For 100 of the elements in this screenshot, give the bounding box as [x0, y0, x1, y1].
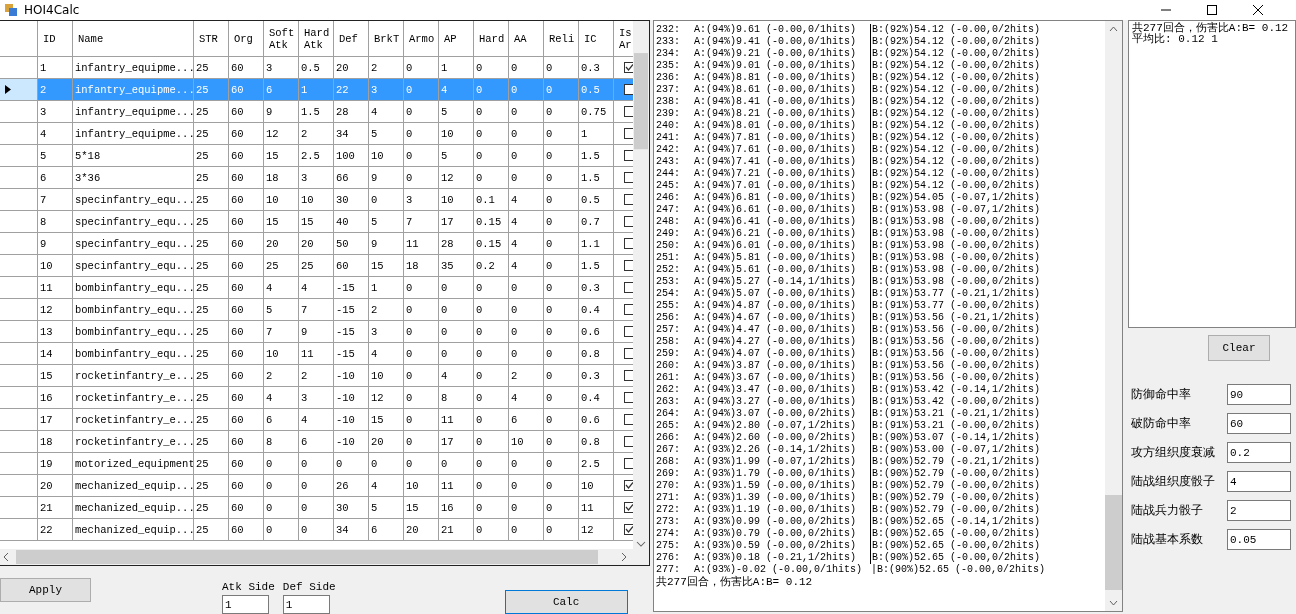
- table-cell: 14: [38, 343, 73, 365]
- scroll-down-icon[interactable]: [1109, 600, 1118, 606]
- table-cell: mechanized_equip...: [73, 519, 194, 541]
- checkbox[interactable]: [624, 458, 633, 469]
- table-cell: 0: [544, 519, 579, 541]
- table-cell: 2: [38, 79, 73, 101]
- scroll-up-icon[interactable]: [1109, 26, 1118, 32]
- table-cell: 8: [38, 211, 73, 233]
- table-cell: infantry_equipme...: [73, 123, 194, 145]
- column-header[interactable]: Org: [229, 21, 264, 57]
- table-cell: 17: [38, 409, 73, 431]
- log-text: |B:(90%)52.65 (-0.00,0/2hits): [870, 564, 1046, 576]
- checkbox[interactable]: [624, 216, 633, 227]
- table-cell: 2: [299, 123, 334, 145]
- table-cell: 4: [369, 101, 404, 123]
- table-cell: 21: [439, 519, 474, 541]
- table-cell: specinfantry_equ...: [73, 233, 194, 255]
- table-cell: 0: [474, 145, 509, 167]
- column-header[interactable]: Armo: [404, 21, 439, 57]
- round-number: 246:: [656, 192, 681, 204]
- close-icon[interactable]: [1250, 2, 1266, 18]
- checkbox[interactable]: [624, 150, 633, 161]
- table-cell: 25: [194, 343, 229, 365]
- result-box[interactable]: 共277回合，伤害比A:B= 0.12 平均比: 0.12 1: [1128, 20, 1296, 328]
- table-cell: 10: [369, 365, 404, 387]
- table-cell: 10: [264, 189, 299, 211]
- input-field[interactable]: 90: [1227, 384, 1291, 405]
- checkbox[interactable]: [624, 392, 633, 403]
- checkbox[interactable]: [624, 348, 633, 359]
- round-number: 244:: [656, 168, 681, 180]
- column-header[interactable]: Hard: [474, 21, 509, 57]
- input-field[interactable]: 4: [1227, 471, 1291, 492]
- round-number: 274:: [656, 528, 681, 540]
- table-cell: 25: [194, 365, 229, 387]
- round-number: 254:: [656, 288, 681, 300]
- log-text: A:(94%)6.01 (-0.00,0/1hits): [694, 240, 858, 252]
- column-header[interactable]: Hard Atk: [299, 21, 334, 57]
- log-box[interactable]: [653, 20, 1123, 612]
- table-corner: [0, 21, 38, 57]
- input-field[interactable]: 1: [222, 595, 269, 614]
- log-text: B:(92%)54.12 (-0.00,0/2hits): [870, 36, 1041, 48]
- column-header[interactable]: AP: [439, 21, 474, 57]
- column-header[interactable]: STR: [194, 21, 229, 57]
- checkbox[interactable]: [624, 106, 633, 117]
- apply-button[interactable]: Apply: [0, 578, 91, 602]
- scroll-thumb[interactable]: [1105, 495, 1122, 590]
- input-field[interactable]: 0.05: [1227, 529, 1291, 550]
- log-text: A:(94%)3.07 (-0.00,0/2hits): [694, 408, 858, 420]
- column-header[interactable]: ID: [38, 21, 73, 57]
- table-cell: 0: [404, 167, 439, 189]
- table-cell: 25: [194, 79, 229, 101]
- input-field[interactable]: 0.2: [1227, 442, 1291, 463]
- table-cell: 2: [299, 365, 334, 387]
- calc-button[interactable]: Calc: [504, 590, 628, 614]
- table-cell: 26: [334, 475, 369, 497]
- column-header[interactable]: Reli: [544, 21, 579, 57]
- checkbox[interactable]: [624, 304, 633, 315]
- table-cell: 0: [509, 277, 544, 299]
- column-header[interactable]: Soft Atk: [264, 21, 299, 57]
- input-field[interactable]: 1: [282, 595, 330, 614]
- table-cell: 0.6: [579, 321, 614, 343]
- checkbox[interactable]: [624, 172, 633, 183]
- row-header[interactable]: [0, 79, 38, 101]
- checkbox[interactable]: [624, 128, 633, 139]
- table-cell: 0: [474, 453, 509, 475]
- table-cell: 11: [404, 233, 439, 255]
- column-header[interactable]: BrkT: [369, 21, 404, 57]
- checkbox[interactable]: [624, 326, 633, 337]
- column-header[interactable]: AA: [509, 21, 544, 57]
- maximize-icon[interactable]: [1204, 2, 1220, 18]
- checkbox[interactable]: [624, 238, 633, 249]
- table-cell: 11: [439, 409, 474, 431]
- vertical-scrollbar[interactable]: [1105, 21, 1122, 611]
- table-cell: 3: [369, 79, 404, 101]
- checkbox[interactable]: [624, 436, 633, 447]
- input-field[interactable]: 2: [1227, 500, 1291, 521]
- table-cell: 5: [369, 211, 404, 233]
- log-text: A:(94%)8.81 (-0.00,0/1hits): [694, 72, 858, 84]
- checkbox[interactable]: [624, 84, 633, 95]
- round-number: 264:: [656, 408, 681, 420]
- table-cell: 66: [334, 167, 369, 189]
- column-header[interactable]: Def: [334, 21, 369, 57]
- table-cell: 0: [404, 453, 439, 475]
- checkbox[interactable]: [624, 370, 633, 381]
- checkbox[interactable]: [624, 414, 633, 425]
- field-label: 破防命中率: [1130, 415, 1191, 432]
- checkbox[interactable]: [624, 260, 633, 271]
- column-header[interactable]: IC: [579, 21, 614, 57]
- checkbox[interactable]: [624, 282, 633, 293]
- column-header[interactable]: Name: [73, 21, 194, 57]
- table-cell: 0: [404, 387, 439, 409]
- input-field[interactable]: 60: [1227, 413, 1291, 434]
- clear-button[interactable]: Clear: [1208, 335, 1270, 361]
- table-cell: 0: [509, 343, 544, 365]
- table-cell: 25: [194, 277, 229, 299]
- checkbox[interactable]: [624, 194, 633, 205]
- table-cell: 0: [439, 277, 474, 299]
- round-number: 266:: [656, 432, 681, 444]
- log-text: B:(91%)53.98 (-0.00,0/2hits): [870, 240, 1041, 252]
- round-number: 259:: [656, 348, 681, 360]
